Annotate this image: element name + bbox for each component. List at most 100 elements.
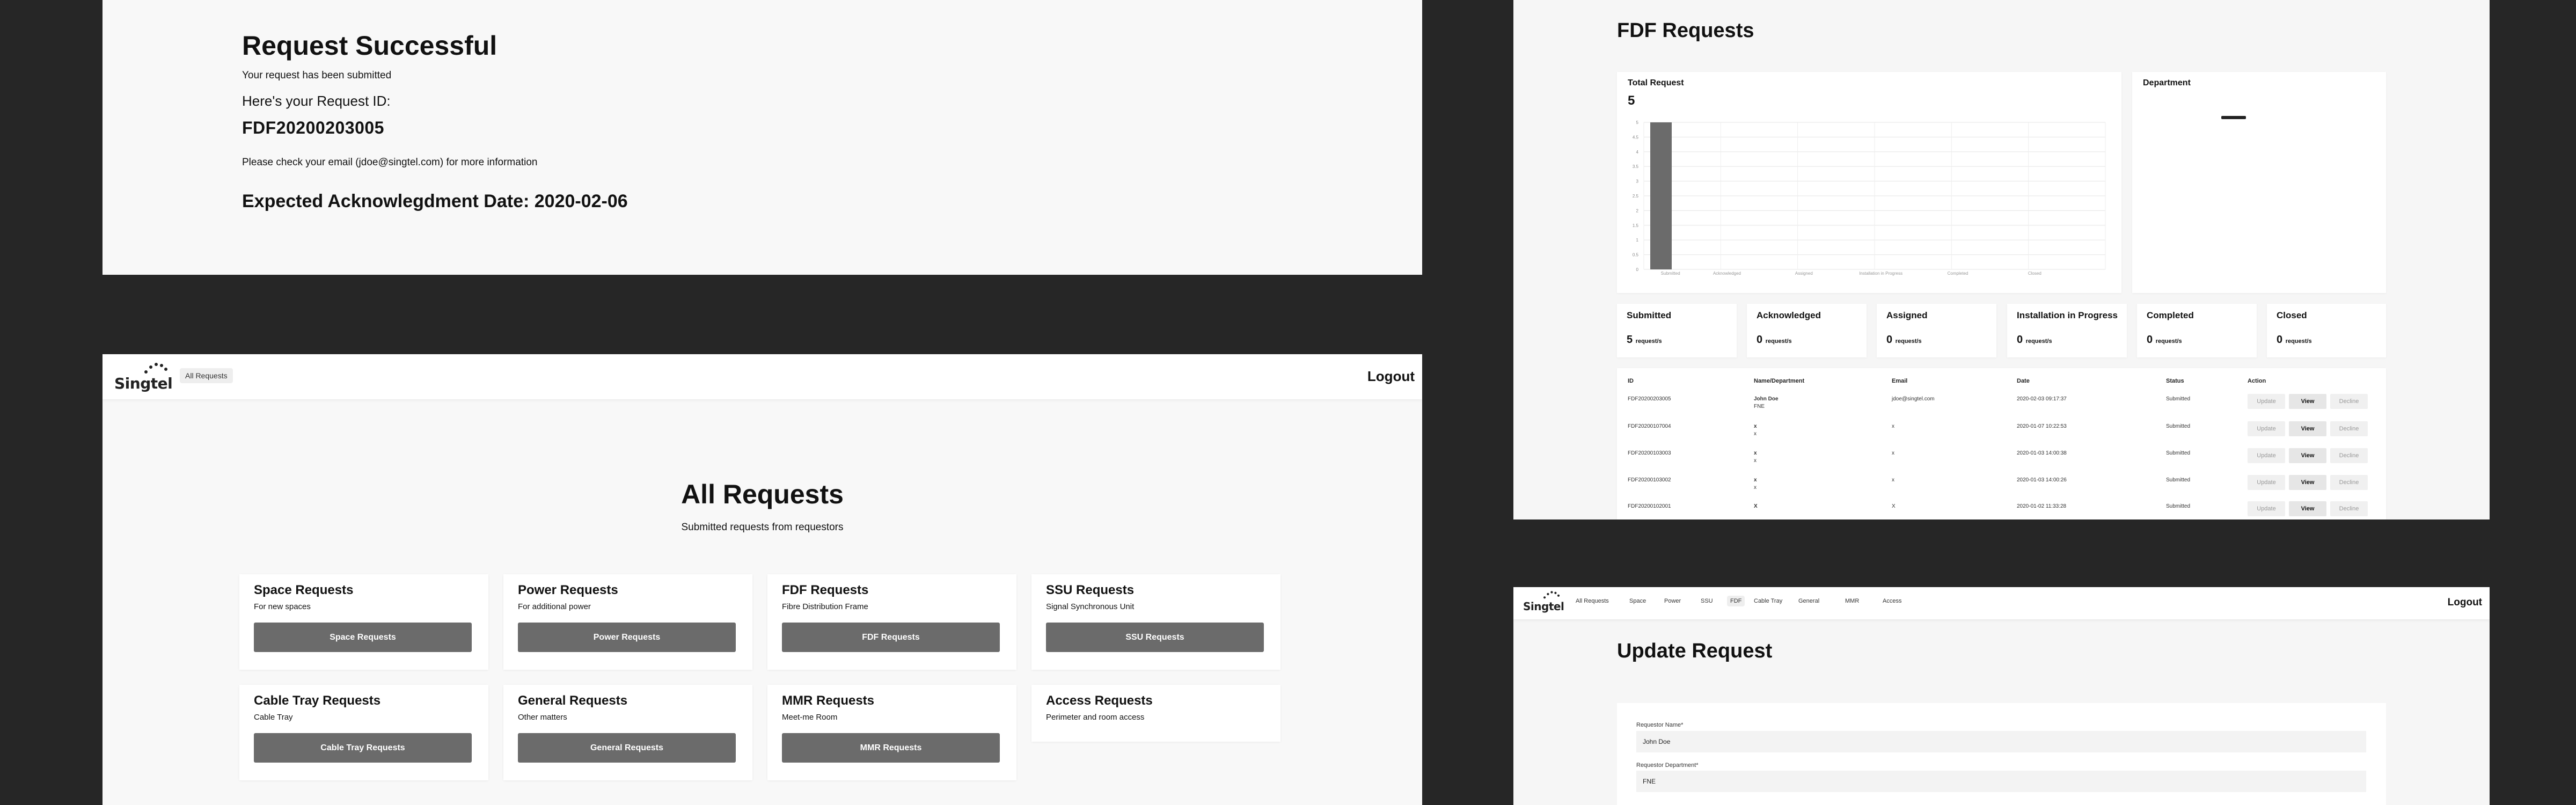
card-desc: Other matters: [518, 713, 567, 722]
power-requests-button[interactable]: Power Requests: [518, 623, 736, 652]
row-email: x: [1892, 450, 1894, 456]
stat-closed: Closed 0 request/s: [2267, 304, 2386, 357]
requestor-department-input[interactable]: FNE: [1636, 771, 2366, 792]
row-email: x: [1892, 477, 1894, 483]
ssu-requests-button[interactable]: SSU Requests: [1046, 623, 1264, 652]
row-status: Submitted: [2166, 423, 2191, 429]
decline-button[interactable]: Decline: [2330, 448, 2368, 463]
decline-button[interactable]: Decline: [2330, 394, 2368, 409]
nav-mmr[interactable]: MMR: [1842, 596, 1862, 606]
card-space: Space Requests For new spaces Space Requ…: [239, 574, 488, 670]
stat-installation: Installation in Progress 0 request/s: [2007, 304, 2127, 357]
navbar: Singtel All Requests Logout: [103, 354, 1422, 399]
update-button[interactable]: Update: [2248, 394, 2285, 409]
view-button[interactable]: View: [2289, 448, 2326, 463]
logout-button[interactable]: Logout: [2448, 597, 2482, 609]
card-power: Power Requests For additional power Powe…: [503, 574, 752, 670]
space-requests-button[interactable]: Space Requests: [254, 623, 472, 652]
nav-space[interactable]: Space: [1626, 596, 1649, 606]
update-request-panel: Singtel All Requests Space Power SSU FDF Cabl…: [1513, 587, 2490, 805]
stat-label: Completed: [2147, 310, 2194, 320]
fdf-dashboard-panel: FDF Requests Total Request 5 0 0.5 1 1.5 2 2.…: [1513, 0, 2490, 519]
stat-label: Installation in Progress: [2017, 310, 2118, 320]
y-tick-label: 4.5: [1633, 135, 1639, 140]
logo-text: Singtel: [1523, 600, 1564, 613]
card-fdf: FDF Requests Fibre Distribution Frame FD…: [767, 574, 1016, 670]
stat-label: Acknowledged: [1757, 310, 1821, 320]
bar-submitted[interactable]: [1650, 122, 1672, 269]
all-requests-panel: Singtel All Requests Logout All Requests…: [103, 354, 1422, 805]
card-general: General Requests Other matters General R…: [503, 685, 752, 780]
row-name: X: [1754, 503, 1758, 509]
card-title: SSU Requests: [1046, 583, 1135, 597]
row-dept: FNE: [1754, 404, 1765, 409]
card-mmr: MMR Requests Meet-me Room MMR Requests: [767, 685, 1016, 780]
card-title: Access Requests: [1046, 693, 1153, 708]
card-desc: Fibre Distribution Frame: [782, 602, 868, 611]
row-email: x: [1892, 423, 1894, 429]
card-desc: For new spaces: [254, 602, 311, 611]
nav-cable-tray[interactable]: Cable Tray: [1751, 596, 1785, 606]
decline-button[interactable]: Decline: [2330, 501, 2368, 516]
singtel-logo[interactable]: Singtel: [1523, 590, 1566, 617]
view-button[interactable]: View: [2289, 501, 2326, 516]
x-tick-label: Installation in Progress: [1859, 271, 1902, 276]
x-tick-label: Assigned: [1795, 271, 1813, 276]
decline-button[interactable]: Decline: [2330, 475, 2368, 490]
row-date: 2020-01-02 11:33:28: [2017, 503, 2067, 509]
row-dept: x: [1754, 458, 1757, 464]
nav-access[interactable]: Access: [1879, 596, 1905, 606]
card-access: Access Requests Perimeter and room acces…: [1031, 685, 1280, 742]
col-date: Date: [2017, 378, 2030, 384]
stat-value: 0 request/s: [1757, 334, 1792, 346]
y-tick-label: 2.5: [1633, 194, 1639, 199]
logo-dots-icon: [144, 362, 168, 375]
col-action: Action: [2248, 378, 2266, 384]
y-tick-label: 0.5: [1633, 253, 1639, 258]
row-status: Submitted: [2166, 503, 2191, 509]
logout-button[interactable]: Logout: [1367, 368, 1415, 385]
col-status: Status: [2166, 378, 2184, 384]
row-id: FDF20200102001: [1628, 503, 1671, 509]
nav-general[interactable]: General: [1795, 596, 1823, 606]
card-desc: Perimeter and room access: [1046, 713, 1145, 722]
view-button[interactable]: View: [2289, 394, 2326, 409]
nav-power[interactable]: Power: [1661, 596, 1684, 606]
view-button[interactable]: View: [2289, 475, 2326, 490]
x-tick-label: Completed: [1948, 271, 1968, 276]
view-button[interactable]: View: [2289, 421, 2326, 436]
nav-all-requests[interactable]: All Requests: [180, 368, 233, 383]
card-title: General Requests: [518, 693, 628, 708]
row-date: 2020-02-03 09:17:37: [2017, 396, 2067, 402]
row-name: x: [1754, 423, 1757, 429]
singtel-logo[interactable]: Singtel: [114, 362, 173, 394]
row-name: x: [1754, 450, 1757, 456]
nav-ssu[interactable]: SSU: [1697, 596, 1716, 606]
y-tick-label: 3.5: [1633, 164, 1639, 169]
request-id: FDF20200203005: [242, 118, 384, 137]
general-requests-button[interactable]: General Requests: [518, 733, 736, 763]
nav-all-requests[interactable]: All Requests: [1572, 596, 1612, 606]
update-button[interactable]: Update: [2248, 421, 2285, 436]
update-button[interactable]: Update: [2248, 448, 2285, 463]
update-button[interactable]: Update: [2248, 501, 2285, 516]
mmr-requests-button[interactable]: MMR Requests: [782, 733, 1000, 763]
decline-button[interactable]: Decline: [2330, 421, 2368, 436]
update-button[interactable]: Update: [2248, 475, 2285, 490]
col-id: ID: [1628, 378, 1634, 384]
requestor-department-label: Requestor Department*: [1636, 762, 1699, 769]
row-status: Submitted: [2166, 396, 2191, 402]
card-title: FDF Requests: [782, 583, 869, 597]
card-desc: Signal Synchronous Unit: [1046, 602, 1135, 611]
row-dept: x: [1754, 485, 1757, 491]
fdf-requests-button[interactable]: FDF Requests: [782, 623, 1000, 652]
card-cable-tray: Cable Tray Requests Cable Tray Cable Tra…: [239, 685, 488, 780]
requestor-name-input[interactable]: John Doe: [1636, 731, 2366, 752]
request-id-label: Here's your Request ID:: [242, 93, 391, 109]
row-name: x: [1754, 477, 1757, 483]
nav-fdf[interactable]: FDF: [1727, 596, 1745, 606]
y-tick-label: 0: [1636, 267, 1639, 272]
cable-tray-requests-button[interactable]: Cable Tray Requests: [254, 733, 472, 763]
submitted-text: Your request has been submitted: [242, 70, 392, 81]
row-email: jdoe@singtel.com: [1892, 396, 1935, 402]
